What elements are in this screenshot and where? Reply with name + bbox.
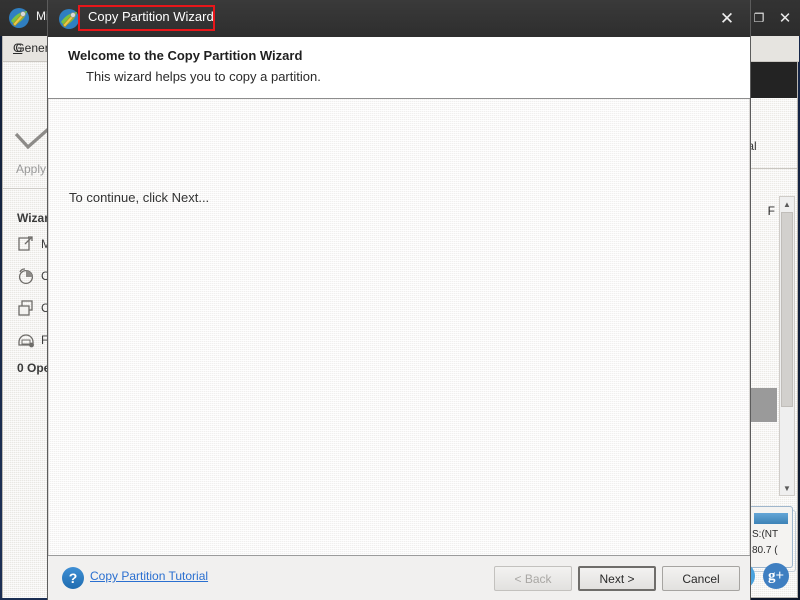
cancel-button[interactable]: Cancel [662, 566, 740, 591]
copy-partition-tutorial-link[interactable]: Copy Partition Tutorial [90, 569, 208, 583]
minitool-app-icon [8, 7, 30, 29]
partition-recovery-pie-icon [17, 267, 35, 285]
dialog-footer: ? Copy Partition Tutorial < Back Next > … [48, 555, 750, 600]
minitool-app-icon [58, 8, 80, 30]
menu-item-general[interactable]: GGener [13, 41, 49, 55]
question-mark-icon[interactable]: ? [62, 567, 84, 589]
dialog-body: To continue, click Next... [48, 99, 750, 555]
dialog-title: Copy Partition Wizard [88, 9, 214, 24]
dialog-welcome-title: Welcome to the Copy Partition Wizard [68, 48, 303, 63]
disk-label-fragment: F [767, 204, 775, 218]
copy-partition-icon [17, 299, 35, 317]
selected-row-stub[interactable] [747, 388, 777, 422]
back-button[interactable]: < Back [494, 566, 572, 591]
close-button[interactable]: ✕ [772, 0, 798, 36]
partition-size: 80.7 ( [752, 545, 778, 556]
sidebar-heading-wizard: Wizar [17, 211, 49, 225]
partition-label: S:(NT [752, 529, 779, 540]
sidebar: Apply Wizar M [3, 62, 49, 598]
checkmark-icon[interactable] [13, 122, 48, 152]
main-window-title: Mi [36, 9, 49, 23]
sidebar-divider [3, 188, 48, 189]
partition-block[interactable]: S:(NT 80.7 ( [749, 506, 793, 568]
dialog-header: Welcome to the Copy Partition Wizard Thi… [48, 37, 750, 99]
sidebar-item-partition-recovery[interactable]: C [17, 265, 48, 287]
sidebar-operations-count: 0 Ope [17, 361, 49, 375]
sidebar-apply-label: Apply [16, 162, 47, 176]
content-vertical-scrollbar[interactable]: ▲ ▼ [779, 196, 795, 496]
next-button[interactable]: Next > [578, 566, 656, 591]
screen: Mi ❐ ✕ GGener ool ? [0, 0, 800, 600]
scroll-up-arrow-icon[interactable]: ▲ [780, 197, 794, 211]
disk-copy-icon [17, 331, 35, 349]
copy-partition-wizard-dialog: Copy Partition Wizard ✕ Welcome to the C… [48, 0, 750, 600]
sidebar-item-copy-partition[interactable]: C [17, 297, 48, 319]
scrollbar-thumb[interactable] [781, 212, 793, 407]
sidebar-item-migrate-os[interactable]: M [17, 233, 48, 255]
migrate-os-icon [17, 235, 35, 253]
menu-item-general-label: Gener [15, 41, 49, 55]
sidebar-item-disk-copy[interactable]: F [17, 329, 48, 351]
google-plus-icon[interactable]: g+ [763, 563, 789, 589]
dialog-titlebar[interactable]: Copy Partition Wizard ✕ [48, 0, 750, 37]
dialog-continue-text: To continue, click Next... [69, 190, 210, 205]
partition-usage-bar [754, 513, 788, 524]
scroll-down-arrow-icon[interactable]: ▼ [780, 481, 794, 495]
google-plus-glyph: g+ [767, 567, 785, 584]
dialog-welcome-subtitle: This wizard helps you to copy a partitio… [86, 69, 321, 84]
dialog-close-button[interactable]: ✕ [710, 0, 744, 37]
